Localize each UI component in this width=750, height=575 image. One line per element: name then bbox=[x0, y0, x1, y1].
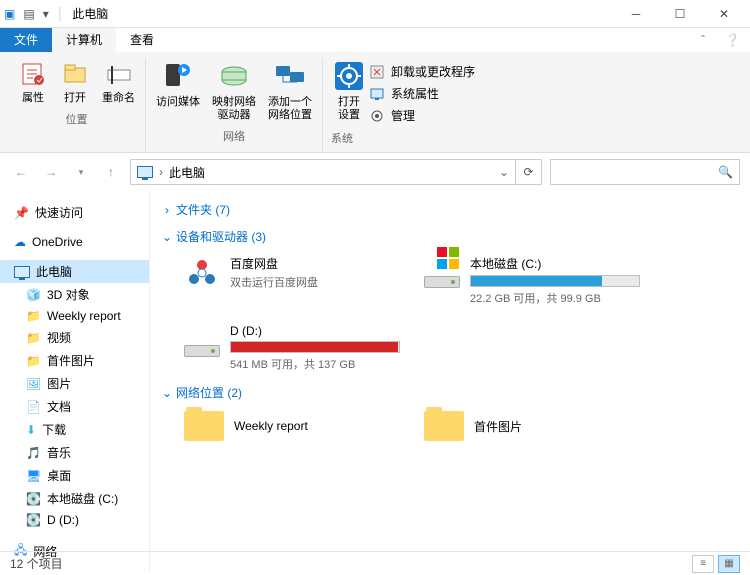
device-baidu[interactable]: 百度网盘 双击运行百度网盘 bbox=[180, 251, 400, 310]
ribbon: 属性 打开 重命名 位置 访问媒体 映射网络 驱动器 bbox=[0, 52, 750, 153]
rename-button[interactable]: 重命名 bbox=[100, 58, 137, 107]
refresh-button[interactable]: ⟳ bbox=[516, 159, 542, 185]
maximize-button[interactable]: ☐ bbox=[658, 0, 702, 28]
sidebar-item-drive-d[interactable]: 💽D (D:) bbox=[0, 510, 149, 530]
app-icon: ▣ bbox=[4, 7, 15, 21]
sidebar-item-onedrive[interactable]: ☁OneDrive bbox=[0, 232, 149, 252]
nav-recent-dropdown[interactable]: ▾ bbox=[70, 161, 92, 183]
uninstall-button[interactable]: 卸载或更改程序 bbox=[367, 62, 487, 82]
tab-computer[interactable]: 计算机 bbox=[52, 28, 116, 52]
ribbon-collapse-button[interactable]: ˆ bbox=[691, 28, 715, 52]
sidebar-item-desktop[interactable]: 🖥桌面 bbox=[0, 464, 149, 487]
nav-up-button[interactable]: ↑ bbox=[100, 161, 122, 183]
title-bar: ▣ ▤ ▾ │ 此电脑 ─ ☐ ✕ bbox=[0, 0, 750, 28]
netloc-weekly[interactable]: Weekly report bbox=[180, 407, 400, 445]
sidebar-item-downloads[interactable]: ⬇下载 bbox=[0, 418, 149, 441]
sidebar-item-drive-c[interactable]: 💽本地磁盘 (C:) bbox=[0, 487, 149, 510]
sidebar-item-quick-access[interactable]: 📌快速访问 bbox=[0, 201, 149, 224]
ribbon-group-location: 属性 打开 重命名 位置 bbox=[8, 58, 146, 152]
map-drive-button[interactable]: 映射网络 驱动器 bbox=[210, 58, 258, 124]
thispc-icon bbox=[137, 166, 153, 178]
chevron-right-icon: › bbox=[162, 203, 172, 217]
monitor-icon bbox=[14, 266, 30, 278]
view-tiles-button[interactable]: ▦ bbox=[718, 555, 740, 573]
drive-d-usage-bar bbox=[230, 341, 400, 353]
window-title: 此电脑 bbox=[72, 5, 108, 22]
sidebar-item-music[interactable]: 🎵音乐 bbox=[0, 441, 149, 464]
access-media-button[interactable]: 访问媒体 bbox=[154, 58, 202, 111]
sidebar-item-weekly[interactable]: 📁Weekly report bbox=[0, 306, 149, 326]
qat-save-icon[interactable]: ▤ bbox=[23, 7, 34, 21]
baidu-icon bbox=[184, 255, 220, 291]
breadcrumb[interactable]: › 此电脑 ⌄ bbox=[130, 159, 516, 185]
drive-c-usage-bar bbox=[470, 275, 640, 287]
qat-dropdown-icon[interactable]: ▾ bbox=[43, 7, 49, 21]
device-drive-c[interactable]: 本地磁盘 (C:) 22.2 GB 可用，共 99.9 GB bbox=[420, 251, 640, 310]
content-pane: › 文件夹 (7) ⌄ 设备和驱动器 (3) 百度网盘 双击运行百度网盘 bbox=[150, 191, 750, 571]
sidebar-item-pictures[interactable]: 🖼图片 bbox=[0, 372, 149, 395]
sysprops-button[interactable]: 系统属性 bbox=[367, 84, 487, 104]
device-drive-d[interactable]: D (D:) 541 MB 可用，共 137 GB bbox=[180, 320, 400, 376]
chevron-right-icon[interactable]: › bbox=[159, 165, 163, 179]
ribbon-group-network: 访问媒体 映射网络 驱动器 添加一个 网络位置 网络 bbox=[146, 58, 323, 152]
navigation-pane: 📌快速访问 ☁OneDrive 此电脑 🧊3D 对象 📁Weekly repor… bbox=[0, 191, 150, 571]
sidebar-item-3d[interactable]: 🧊3D 对象 bbox=[0, 283, 149, 306]
search-icon: 🔍 bbox=[718, 165, 733, 179]
status-bar: 12 个项目 ≡ ▦ bbox=[0, 551, 750, 575]
address-bar: ← → ▾ ↑ › 此电脑 ⌄ ⟳ 🔍 bbox=[0, 153, 750, 191]
close-button[interactable]: ✕ bbox=[702, 0, 746, 28]
drive-icon bbox=[184, 324, 220, 360]
breadcrumb-thispc[interactable]: 此电脑 bbox=[169, 164, 205, 181]
tab-file[interactable]: 文件 bbox=[0, 28, 52, 52]
section-devices-header[interactable]: ⌄ 设备和驱动器 (3) bbox=[162, 226, 738, 247]
chevron-down-icon: ⌄ bbox=[162, 230, 172, 244]
ribbon-group-system: 打开 设置 卸载或更改程序 系统属性 管理 系统 bbox=[323, 58, 495, 152]
folder-icon bbox=[424, 411, 464, 441]
search-input[interactable]: 🔍 bbox=[550, 159, 740, 185]
view-details-button[interactable]: ≡ bbox=[692, 555, 714, 573]
nav-back-button[interactable]: ← bbox=[10, 161, 32, 183]
tab-view[interactable]: 查看 bbox=[116, 28, 168, 52]
section-netloc-header[interactable]: ⌄ 网络位置 (2) bbox=[162, 382, 738, 403]
ribbon-tabs: 文件 计算机 查看 ˆ ❔ bbox=[0, 28, 750, 52]
drive-icon bbox=[424, 255, 460, 291]
chevron-down-icon: ⌄ bbox=[162, 386, 172, 400]
nav-forward-button[interactable]: → bbox=[40, 161, 62, 183]
minimize-button[interactable]: ─ bbox=[614, 0, 658, 28]
sidebar-item-documents[interactable]: 📄文档 bbox=[0, 395, 149, 418]
manage-button[interactable]: 管理 bbox=[367, 106, 487, 126]
add-netloc-button[interactable]: 添加一个 网络位置 bbox=[266, 58, 314, 124]
open-button[interactable]: 打开 bbox=[58, 58, 92, 107]
section-folders-header[interactable]: › 文件夹 (7) bbox=[162, 199, 738, 220]
help-button[interactable]: ❔ bbox=[715, 28, 750, 52]
sidebar-item-videos[interactable]: 📁视频 bbox=[0, 326, 149, 349]
folder-icon bbox=[184, 411, 224, 441]
netloc-firstpic[interactable]: 首件图片 bbox=[420, 407, 640, 445]
sidebar-item-firstpic[interactable]: 📁首件图片 bbox=[0, 349, 149, 372]
chevron-down-icon[interactable]: ⌄ bbox=[499, 165, 509, 179]
properties-button[interactable]: 属性 bbox=[16, 58, 50, 107]
open-settings-button[interactable]: 打开 设置 bbox=[331, 58, 367, 124]
status-item-count: 12 个项目 bbox=[10, 555, 63, 572]
sidebar-item-thispc[interactable]: 此电脑 bbox=[0, 260, 149, 283]
